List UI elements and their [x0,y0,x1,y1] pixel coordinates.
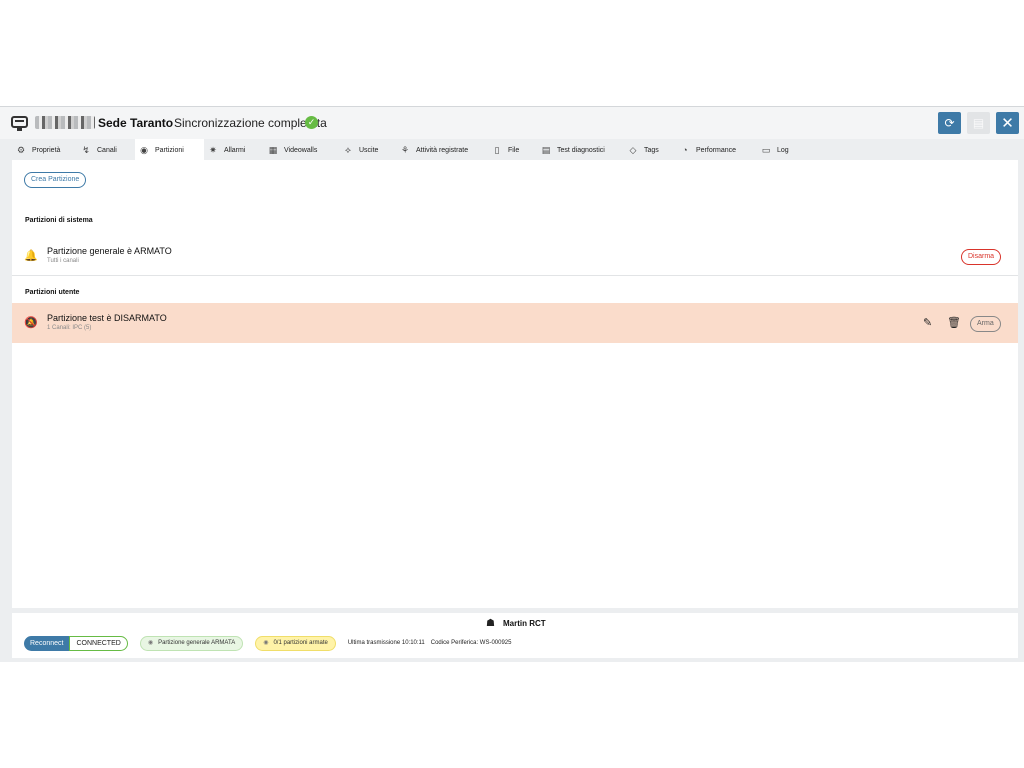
device-name-blurred [35,116,95,129]
tab-proprieta[interactable]: ⚙ Proprietà [12,139,77,161]
tab-label: Uscite [359,146,379,154]
device-window: Sede Taranto Sincronizzazione completata… [0,106,1024,662]
bell-slash-icon: 🔕 [24,317,38,329]
tab-tags[interactable]: ◇ Tags [624,139,676,161]
sync-status: Sincronizzazione completata [174,116,327,130]
tab-canali[interactable]: ↯ Canali [77,139,135,161]
plug-icon: ↯ [82,144,90,155]
device-icon [11,116,28,131]
armed-count-badge: ◉ 0/1 partizioni armate [255,635,336,651]
close-button[interactable]: ✕ [996,112,1019,134]
partition-icon: ◉ [263,639,269,646]
connection-status: CONNECTED [69,635,128,651]
arm-button[interactable]: Arma [970,316,1001,332]
trash-icon[interactable]: 🗑 [947,316,961,329]
gauge-icon: ◔ [682,145,688,155]
tab-file[interactable]: ▯ File [488,139,537,161]
create-partition-button[interactable]: Crea Partizione [24,172,87,188]
user-partition-row[interactable]: 🔕 Partizione test è DISARMATO 1 Canali: … [12,303,1018,343]
divider [12,275,1018,276]
siren-icon: ✷ [209,144,217,155]
tab-label: Tags [644,146,659,154]
user-partitions-title: Partizioni utente [25,289,80,296]
tab-label: Videowalls [284,146,318,154]
status-footer: ☗ Martin RCT Reconnect CONNECTED ◉ Partiz… [12,613,1018,658]
bell-icon: 🔔 [24,250,38,262]
tab-attivita-registrate[interactable]: ⚘ Attività registrate [396,139,488,161]
system-partition-row[interactable]: 🔔 Partizione generale è ARMATO Tutti i c… [12,236,1018,276]
general-partition-badge: ◉ Partizione generale ARMATA [139,635,244,651]
log-icon: ▭ [761,144,771,155]
tab-label: Canali [97,146,117,154]
partition-icon: ◉ [140,144,148,155]
refresh-button[interactable]: ⟳ [938,112,961,134]
save-button[interactable]: ▤ [967,112,990,134]
gear-icon: ⚙ [16,144,26,155]
tab-label: Partizioni [155,146,184,154]
site-name: Sede Taranto [98,116,174,130]
edit-icon[interactable]: ✎ [923,316,932,329]
check-circle-icon: ✓ [305,116,318,129]
list-icon: ▤ [541,144,551,155]
window-header: Sede Taranto Sincronizzazione completata… [0,107,1024,139]
save-icon: ▤ [972,116,985,130]
refresh-icon: ⟳ [944,116,955,130]
user-icon: ☗ [486,618,495,629]
tab-bar: ⚙ Proprietà ↯ Canali ◉ Partizioni ✷ Alla… [12,139,1018,161]
tab-label: Test diagnostici [557,146,605,154]
badge-label: 0/1 partizioni armate [273,639,328,646]
partition-title: Partizione test è DISARMATO [47,313,167,323]
system-partitions-title: Partizioni di sistema [25,217,93,224]
tab-label: Performance [696,146,737,154]
tag-icon: ◇ [629,144,637,155]
tab-label: Proprietà [32,146,61,154]
tab-label: Log [777,146,789,154]
output-icon: ⟡ [345,144,351,155]
disarm-button[interactable]: Disarma [961,249,1002,265]
tab-test-diagnostici[interactable]: ▤ Test diagnostici [537,139,624,161]
reconnect-button[interactable]: Reconnect [24,635,70,651]
partition-subtitle: Tutti i canali [47,258,79,264]
partition-title: Partizione generale è ARMATO [47,246,172,256]
tab-log[interactable]: ▭ Log [757,139,802,161]
tab-label: File [508,146,520,154]
tab-label: Allarmi [224,146,246,154]
tab-performance[interactable]: ◔ Performance [676,139,757,161]
activity-icon: ⚘ [400,144,410,155]
device-code: Codice Periferica: WS-000925 [430,640,512,646]
partition-icon: ◉ [147,639,154,646]
file-icon: ▯ [494,144,500,155]
tab-label: Attività registrate [416,146,469,154]
tab-uscite[interactable]: ⟡ Uscite [339,139,396,161]
partitions-panel: Crea Partizione Partizioni di sistema 🔔 … [12,160,1018,608]
user-name: Martin RCT [503,619,546,628]
tab-videowalls[interactable]: ▦ Videowalls [264,139,339,161]
last-transmission: Ultima trasmissione 10:10:11 [347,640,425,646]
grid-icon: ▦ [268,144,278,155]
partition-subtitle: 1 Canali: IPC (5) [47,325,92,331]
badge-label: Partizione generale ARMATA [158,639,236,646]
status-bar: Reconnect CONNECTED ◉ Partizione generale… [24,635,517,651]
close-icon: ✕ [1001,115,1014,132]
tab-partizioni[interactable]: ◉ Partizioni [135,139,204,161]
tab-allarmi[interactable]: ✷ Allarmi [204,139,264,161]
